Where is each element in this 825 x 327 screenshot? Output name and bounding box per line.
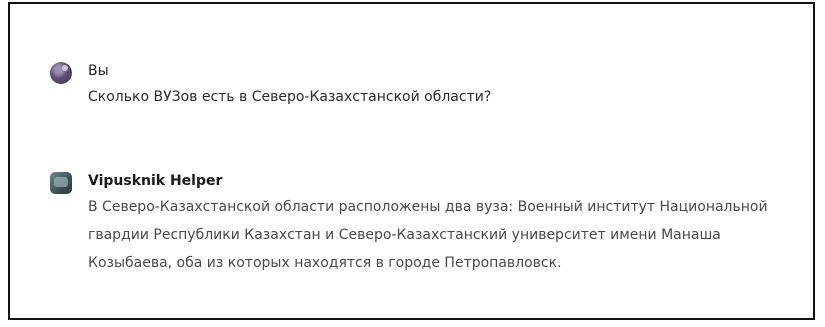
- chat-thread: Вы Сколько ВУЗов есть в Северо-Казахстан…: [10, 4, 813, 318]
- bot-message: Vipusknik Helper В Северо-Казахстанской …: [50, 166, 803, 277]
- user-message-body: Вы Сколько ВУЗов есть в Северо-Казахстан…: [88, 61, 803, 110]
- user-author-name: Вы: [88, 63, 109, 79]
- bot-avatar-icon: [50, 172, 72, 194]
- bot-message-text: В Северо-Казахстанской области расположе…: [88, 199, 768, 271]
- bot-author-name: Vipusknik Helper: [88, 173, 223, 189]
- user-message-text: Сколько ВУЗов есть в Северо-Казахстанско…: [88, 89, 492, 105]
- user-message: Вы Сколько ВУЗов есть в Северо-Казахстан…: [50, 56, 803, 110]
- bot-message-body: Vipusknik Helper В Северо-Казахстанской …: [88, 171, 803, 277]
- chat-window: Вы Сколько ВУЗов есть в Северо-Казахстан…: [8, 2, 815, 320]
- user-avatar-icon: [50, 62, 72, 84]
